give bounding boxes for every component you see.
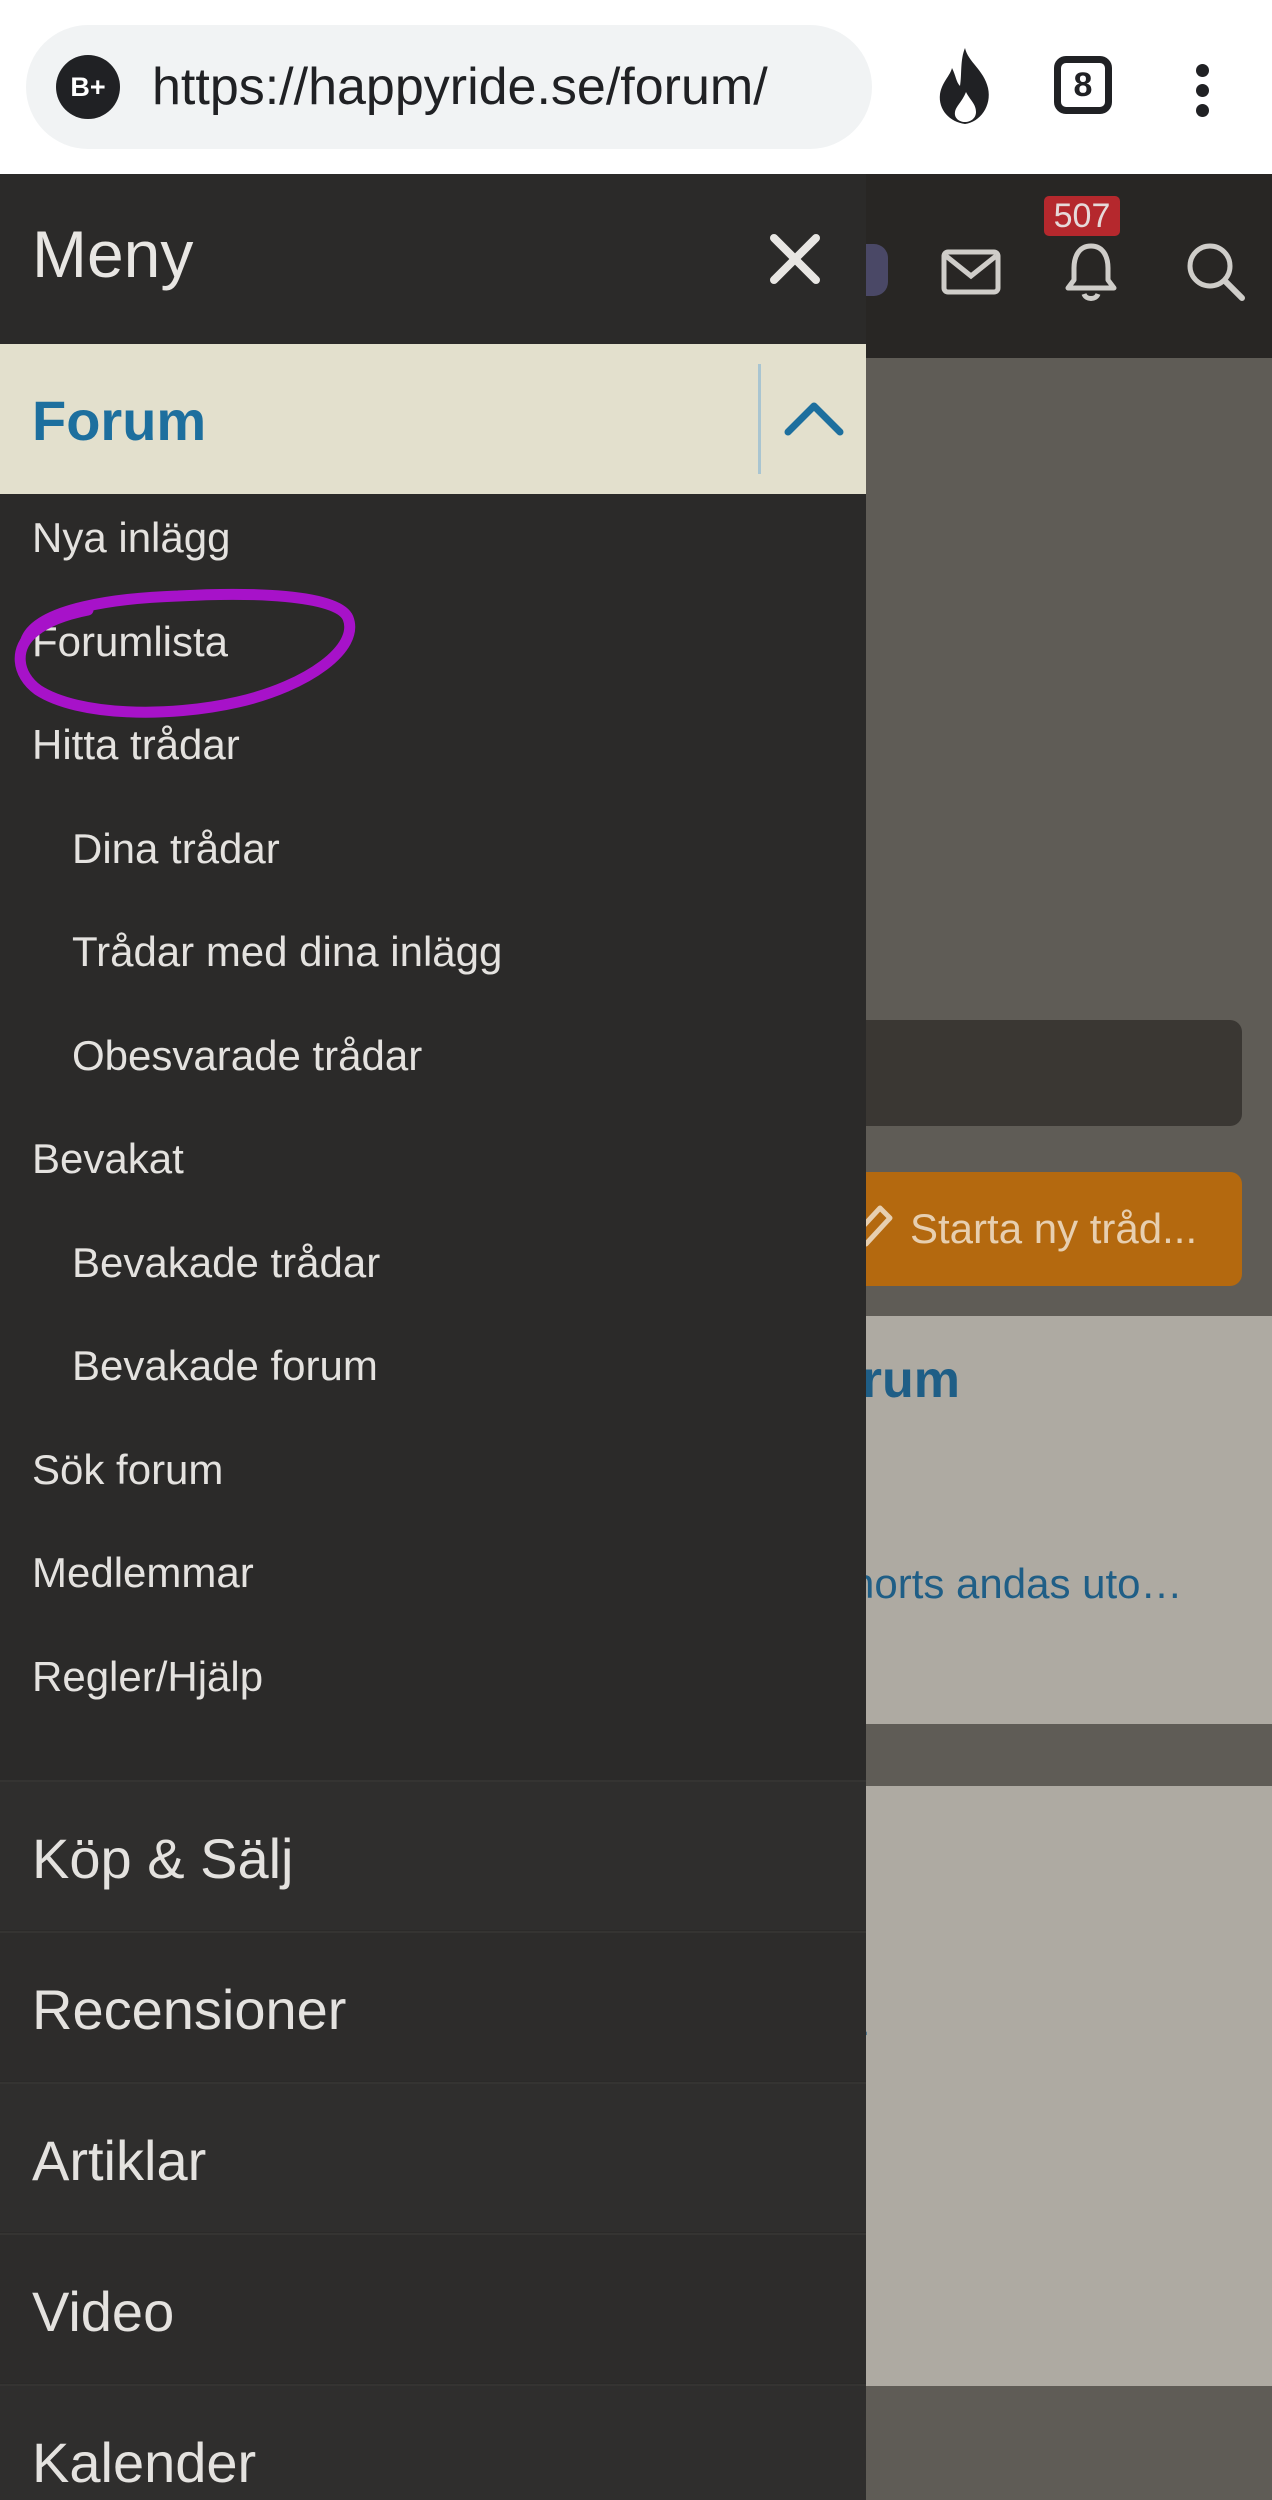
- submenu-item[interactable]: Bevakat: [32, 1135, 184, 1205]
- submenu-item[interactable]: Hitta trådar: [32, 721, 240, 791]
- menu-item[interactable]: Video: [0, 2233, 866, 2383]
- more-vert-icon[interactable]: [1182, 54, 1226, 124]
- section-divider: [758, 364, 761, 474]
- menu-header: Meny: [0, 174, 866, 344]
- mail-icon[interactable]: [936, 236, 1006, 306]
- submenu-item[interactable]: Forumlista: [32, 618, 228, 688]
- menu-item-label: Artiklar: [32, 2129, 207, 2192]
- new-thread-button[interactable]: Starta ny tråd...: [820, 1172, 1242, 1286]
- flame-icon[interactable]: [932, 46, 998, 126]
- forum-card-meta: M: [830, 1462, 1272, 1512]
- menu-item-label: Kalender: [32, 2431, 257, 2494]
- submenu-item[interactable]: Regler/Hjälp: [32, 1653, 263, 1723]
- bell-icon[interactable]: [1056, 236, 1126, 306]
- menu-item-label: Recensioner: [32, 1978, 347, 2041]
- search-icon[interactable]: [1180, 236, 1250, 306]
- menu-item-label: Video: [32, 2280, 175, 2343]
- menu-section-forum-label[interactable]: Forum: [32, 388, 206, 453]
- menu-item[interactable]: Kalender: [0, 2384, 866, 2500]
- forum-search-bar[interactable]: [830, 1020, 1242, 1126]
- offcanvas-menu: Meny Forum Nya inlägg Forumlista Hitta trå…: [0, 174, 866, 2500]
- submenu-item[interactable]: Obesvarade trådar: [72, 1032, 422, 1102]
- close-icon[interactable]: [764, 228, 826, 290]
- forum-card[interactable]: er: [830, 1786, 1272, 2386]
- submenu-item[interactable]: Dina trådar: [72, 825, 280, 895]
- forum-card-title[interactable]: orum: [830, 1350, 1272, 1414]
- forum-card-last-post[interactable]: shorts andas uto…: [830, 1560, 1230, 1612]
- tabs-icon[interactable]: 8: [1054, 56, 1112, 114]
- chevron-up-icon[interactable]: [776, 374, 852, 464]
- url-text[interactable]: https://happyride.se/forum/: [152, 53, 852, 121]
- submenu-item[interactable]: Nya inlägg: [32, 514, 230, 584]
- menu-title: Meny: [32, 217, 194, 291]
- browser-toolbar: B+ https://happyride.se/forum/ 8: [0, 0, 1272, 174]
- menu-item[interactable]: Artiklar: [0, 2082, 866, 2232]
- menu-item[interactable]: Köp & Sälj: [0, 1780, 866, 1930]
- submenu-item[interactable]: Trådar med dina inlägg: [72, 928, 502, 998]
- notification-badge: 507: [1044, 196, 1120, 236]
- site-info-icon[interactable]: B+: [56, 55, 120, 119]
- new-thread-label: Starta ny tråd...: [910, 1205, 1198, 1252]
- forum-card[interactable]: orum M shorts andas uto…: [830, 1316, 1272, 1724]
- address-bar[interactable]: B+ https://happyride.se/forum/: [26, 25, 872, 149]
- submenu-item[interactable]: Bevakade trådar: [72, 1239, 380, 1309]
- menu-section-forum[interactable]: Forum: [0, 344, 866, 494]
- submenu-item[interactable]: Sök forum: [32, 1446, 223, 1516]
- menu-item[interactable]: Recensioner: [0, 1931, 866, 2081]
- submenu-item[interactable]: Bevakade forum: [72, 1342, 378, 1412]
- submenu-item[interactable]: Medlemmar: [32, 1549, 254, 1619]
- menu-item-label: Köp & Sälj: [32, 1827, 294, 1890]
